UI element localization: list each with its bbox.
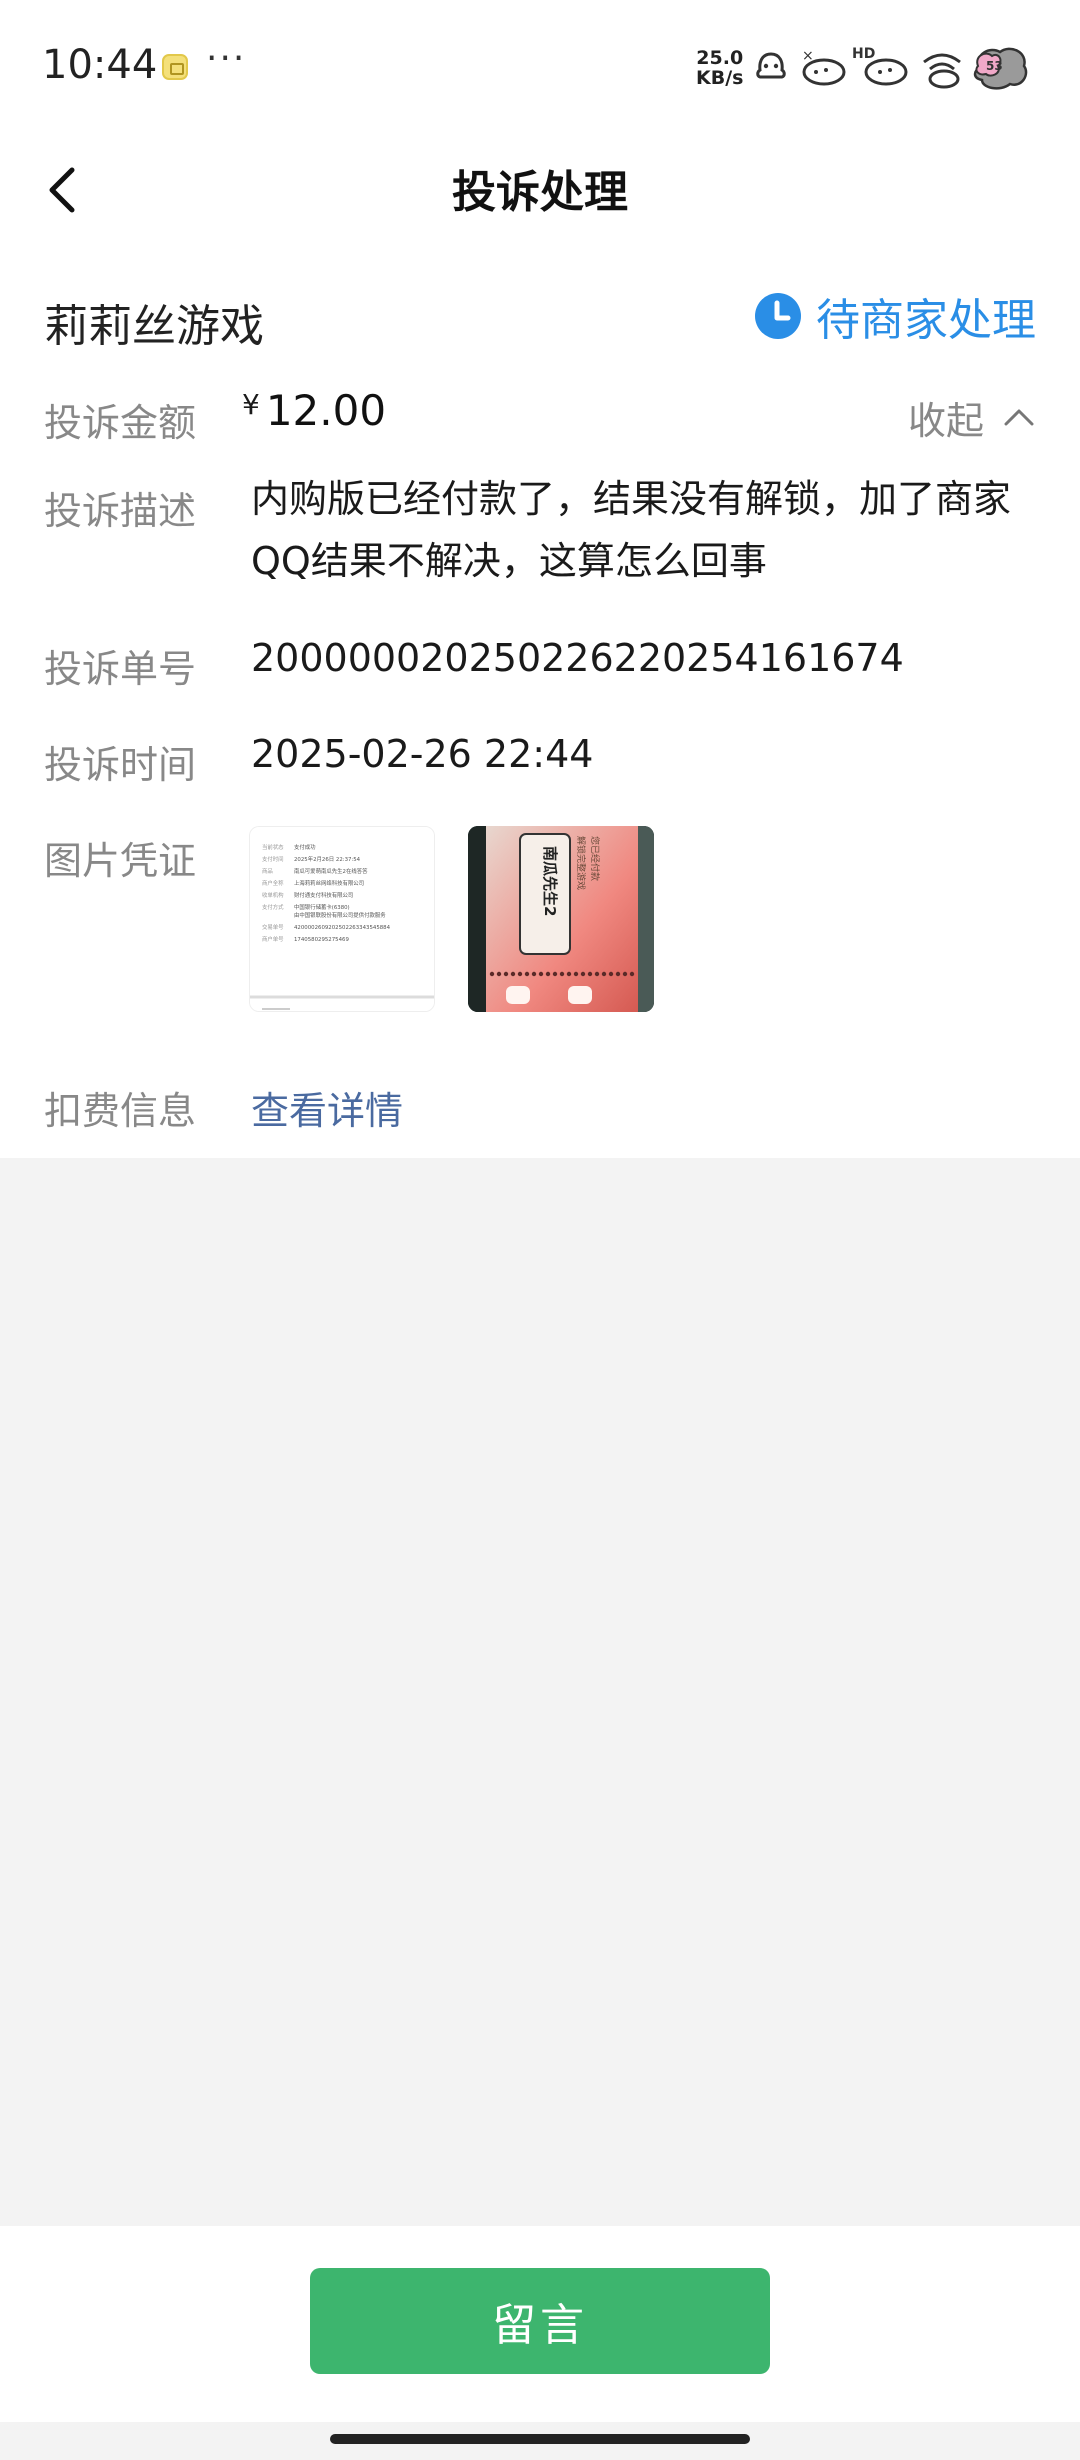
receipt-row-key: 收单机构 xyxy=(262,891,284,899)
description-label: 投诉描述 xyxy=(44,489,197,533)
status-icons: × HD 53 xyxy=(752,44,1030,94)
order-row: 投诉单号 200000020250226220254161674 xyxy=(44,636,1036,698)
amount-row: 投诉金额 ¥ 12.00 收起 xyxy=(44,386,1036,452)
photo-dot xyxy=(552,971,558,977)
photo-dot xyxy=(615,971,621,977)
amount-label: 投诉金额 xyxy=(44,401,197,445)
receipt-row-key: 支付时间 xyxy=(262,855,284,863)
collapse-label: 收起 xyxy=(907,398,984,443)
amount: ¥ 12.00 xyxy=(242,386,386,435)
home-indicator[interactable] xyxy=(330,2434,750,2444)
chevron-up-icon xyxy=(1004,409,1034,426)
photo-text-side2: 您已经付款 xyxy=(589,836,601,881)
complaint-page: 10:44 ··· 25.0 KB/s × HD 53 投诉处理 莉莉丝游戏 待… xyxy=(0,0,1080,2460)
clock-icon xyxy=(755,293,801,339)
receipt-row-key: 商户全称 xyxy=(262,879,284,887)
complaint-status: 待商家处理 xyxy=(754,288,1036,346)
photo-dot xyxy=(538,971,544,977)
network-speed-unit: KB/s xyxy=(696,67,744,89)
svg-text:×: × xyxy=(802,48,814,64)
more-notifications-icon: ··· xyxy=(206,38,247,79)
photo-text-side: 解锁完整游戏 xyxy=(575,836,587,890)
photo-dot xyxy=(531,971,537,977)
photo-thumbnail: 南瓜先生2 解锁完整游戏 您已经付款 xyxy=(468,826,654,1012)
hd-label: HD xyxy=(852,46,875,62)
photo-dot xyxy=(524,971,530,977)
photo-dot xyxy=(559,971,565,977)
view-details-link[interactable]: 查看详情 xyxy=(251,1080,403,1135)
time-row: 投诉时间 2025-02-26 22:44 xyxy=(44,732,1036,794)
evidence-label: 图片凭证 xyxy=(44,839,197,883)
receipt-row-value: 财付通支付科技有限公司 xyxy=(294,891,353,899)
photo-dot xyxy=(503,971,509,977)
network-speed: 25.0 KB/s xyxy=(696,48,743,88)
receipt-thumbnail: 当前状态 支付成功支付时间 2025年2月26日 22:37:54 商品 南瓜可爱萌南瓜… xyxy=(250,827,434,1011)
svg-text:53: 53 xyxy=(986,59,1003,73)
receipt-row-value: 2025年2月26日 22:37:54 xyxy=(294,855,361,863)
description-row: 投诉描述 内购版已经付款了，结果没有解锁，加了商家QQ结果不解决，这算怎么回事 xyxy=(44,477,1036,610)
collapse-button[interactable]: 收起 xyxy=(907,392,1036,443)
status-text: 待商家处理 xyxy=(816,295,1036,346)
receipt-row-value: 1740580295275469 xyxy=(294,937,349,943)
leave-message-button[interactable]: 留言 xyxy=(310,2268,770,2374)
amount-value: 12.00 xyxy=(265,386,387,435)
receipt-row-value: 支付成功 xyxy=(294,843,316,851)
photo-text-main: 南瓜先生2 xyxy=(541,846,559,916)
battery-icon: 53 xyxy=(973,47,1028,90)
evidence-row: 图片凭证 当前状态 支付成功支付时间 2025年2月26日 22:37:54 商品 南瓜… xyxy=(44,824,1036,1014)
complaint-detail-card: 莉莉丝游戏 待商家处理 投诉金额 ¥ 12.00 收起 投诉描述 内购版已经付款… xyxy=(0,244,1080,1158)
wifi-icon xyxy=(923,53,961,89)
merchant-name: 莉莉丝游戏 xyxy=(44,301,264,352)
photo-dot xyxy=(622,971,628,977)
nav-header: 投诉处理 xyxy=(0,136,1080,244)
photo-dot xyxy=(496,971,502,977)
photo-dot xyxy=(517,971,523,977)
photo-dot xyxy=(489,971,495,977)
photo-dot xyxy=(545,971,551,977)
photo-dot xyxy=(601,971,607,977)
hd-signal-icon: HD xyxy=(852,46,908,86)
network-speed-value: 25.0 xyxy=(696,47,744,69)
alarm-icon xyxy=(756,52,786,79)
receipt-row-value: 上海莉莉丝网络科技有限公司 xyxy=(294,879,364,887)
photo-dot xyxy=(510,971,516,977)
photo-dot xyxy=(580,971,586,977)
order-number: 200000020250226220254161674 xyxy=(251,636,904,680)
receipt-row-key: 交易单号 xyxy=(262,923,284,931)
receipt-row-key: 支付方式 xyxy=(262,903,284,911)
receipt-row-key: 当前状态 xyxy=(262,843,284,851)
complaint-time: 2025-02-26 22:44 xyxy=(251,732,594,776)
receipt-row-key: 商品 xyxy=(262,867,273,875)
status-bar: 10:44 ··· 25.0 KB/s × HD 53 xyxy=(0,0,1080,136)
description-text: 内购版已经付款了，结果没有解锁，加了商家QQ结果不解决，这算怎么回事 xyxy=(251,477,1012,583)
receipt-row-value: 由中国银联股份有限公司提供付款服务 xyxy=(294,911,386,919)
receipt-row-value: 中国银行储蓄卡(6380) xyxy=(294,903,350,911)
photo-dot xyxy=(594,971,600,977)
page-title: 投诉处理 xyxy=(452,167,628,218)
time-label: 投诉时间 xyxy=(44,743,197,787)
photo-dot xyxy=(573,971,579,977)
photo-dot xyxy=(608,971,614,977)
bottom-action-bar: 留言 xyxy=(0,2226,1080,2422)
notification-icon xyxy=(162,54,188,80)
fee-row: 扣费信息 查看详情 xyxy=(44,1080,1036,1140)
evidence-image-photo[interactable]: 南瓜先生2 解锁完整游戏 您已经付款 xyxy=(468,826,654,1012)
receipt-row-key: 商户单号 xyxy=(262,935,284,943)
receipt-row-value: 4200002609202502263343545884 xyxy=(294,925,391,931)
status-time: 10:44 xyxy=(42,42,158,88)
leave-message-label: 留言 xyxy=(492,2301,588,2350)
receipt-row-value: 南瓜可爱萌南瓜先生2在线答答 xyxy=(294,867,368,875)
amount-currency: ¥ xyxy=(242,388,260,421)
fee-label: 扣费信息 xyxy=(44,1089,197,1133)
signal-icon: × xyxy=(802,48,846,86)
order-label: 投诉单号 xyxy=(44,647,197,691)
photo-dot xyxy=(629,971,635,977)
photo-dot xyxy=(566,971,572,977)
photo-dot xyxy=(587,971,593,977)
evidence-image-receipt[interactable]: 当前状态 支付成功支付时间 2025年2月26日 22:37:54 商品 南瓜可爱萌南瓜… xyxy=(249,826,435,1012)
